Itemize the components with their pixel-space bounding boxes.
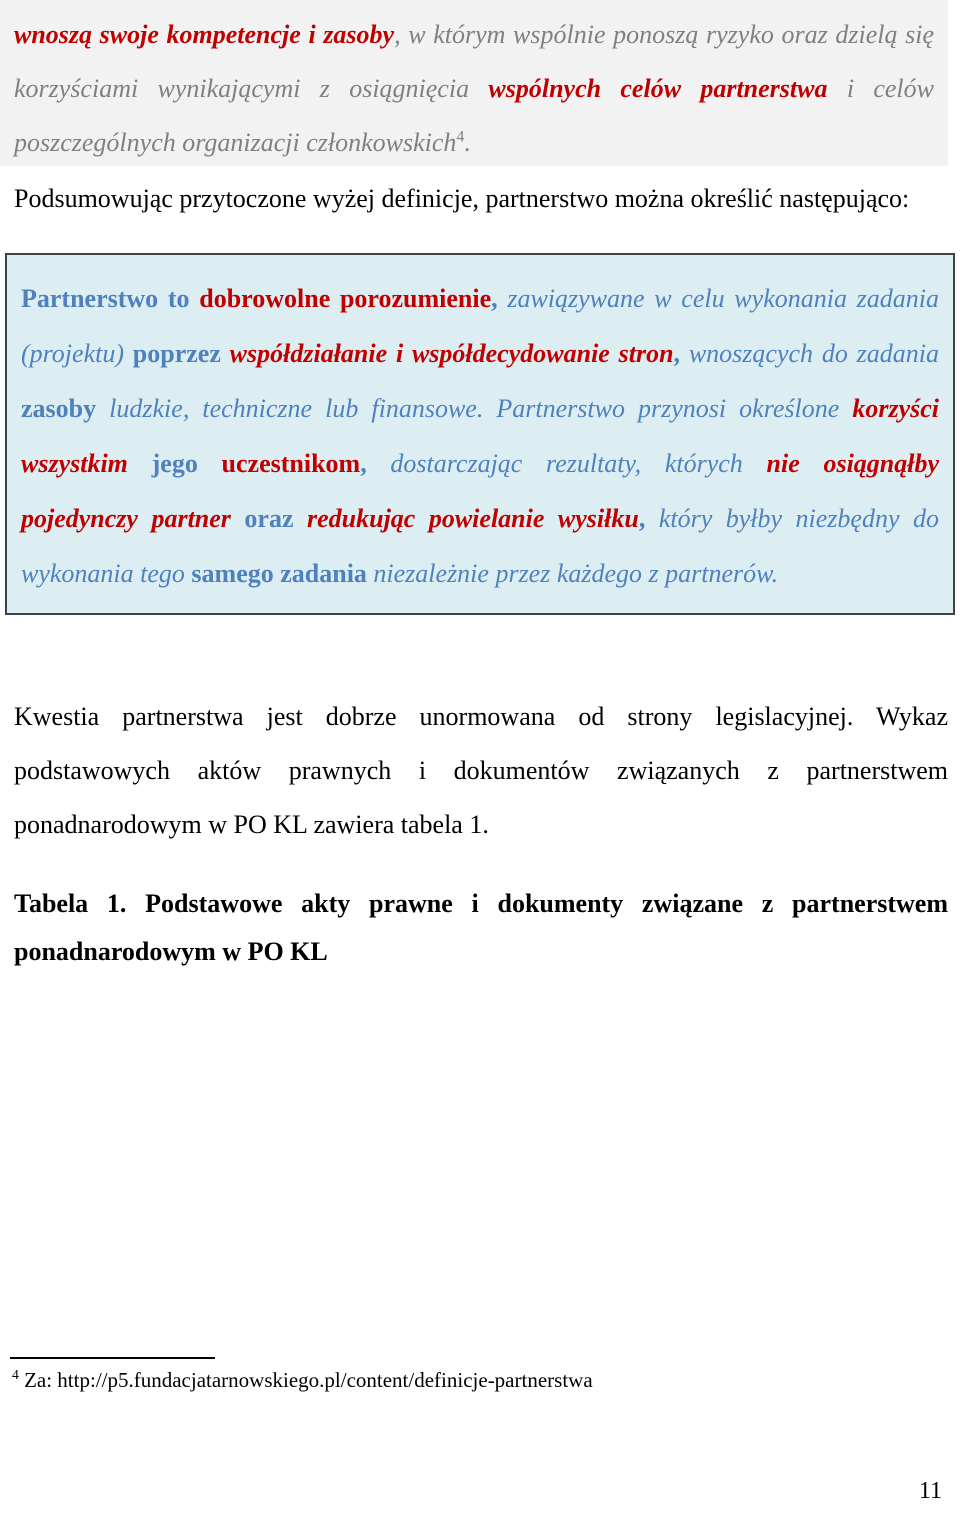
table-caption: Tabela 1. Podstawowe akty prawne i dokum… — [14, 889, 948, 966]
document-page: wnoszą swoje kompetencje i zasoby, w któ… — [0, 0, 960, 1519]
intro-paragraph: Podsumowując przytoczone wyżej definicje… — [14, 184, 910, 213]
footnote-text[interactable]: Za: http://p5.fundacjatarnowskiego.pl/co… — [19, 1368, 593, 1392]
def-seg-14: , — [360, 449, 391, 478]
footnote-entry: 4 Za: http://p5.fundacjatarnowskiego.pl/… — [12, 1365, 912, 1395]
def-seg-21: samego zadania — [191, 559, 374, 588]
def-seg-12: jego — [127, 449, 222, 478]
footnote-separator-rule — [10, 1357, 215, 1359]
def-seg-9: zasoby — [21, 394, 110, 423]
footnote-number: 4 — [12, 1367, 19, 1382]
def-seg-10: ludzkie, techniczne lub finansowe. Partn… — [109, 394, 853, 423]
def-seg-18: redukując powielanie wysiłku — [307, 504, 639, 533]
def-seg-6: współdziałanie i współdecydowanie stron — [229, 339, 674, 368]
def-seg-22: niezależnie przez każdego z partnerów. — [373, 559, 779, 588]
def-seg-15: dostarczając rezultaty, których — [390, 449, 767, 478]
def-seg-19: , — [638, 504, 659, 533]
def-seg-3: , — [491, 284, 508, 313]
def-seg-5: poprzez — [132, 339, 230, 368]
def-seg-1: Partnerstwo to — [21, 284, 200, 313]
def-seg-2: dobrowolne porozumienie — [199, 284, 492, 313]
quote-segment-red-2: wspólnych celów partnerstwa — [488, 74, 828, 103]
quote-segment-red-1: wnoszą swoje kompetencje i zasoby — [14, 20, 395, 49]
quoted-definition-block: wnoszą swoje kompetencje i zasoby, w któ… — [0, 0, 948, 166]
partnership-definition-text: Partnerstwo to dobrowolne porozumienie, … — [21, 271, 939, 601]
quote-segment-period: . — [464, 128, 471, 157]
def-seg-8: wnoszących do zadania — [688, 339, 939, 368]
def-seg-13: uczestnikom — [221, 449, 361, 478]
def-seg-7: , — [673, 339, 689, 368]
partnership-definition-box: Partnerstwo to dobrowolne porozumienie, … — [5, 253, 955, 615]
legislation-paragraph: Kwestia partnerstwa jest dobrze unormowa… — [14, 702, 948, 839]
quoted-definition-text: wnoszą swoje kompetencje i zasoby, w któ… — [14, 8, 934, 170]
def-seg-17: oraz — [230, 504, 307, 533]
page-number: 11 — [918, 1478, 942, 1504]
